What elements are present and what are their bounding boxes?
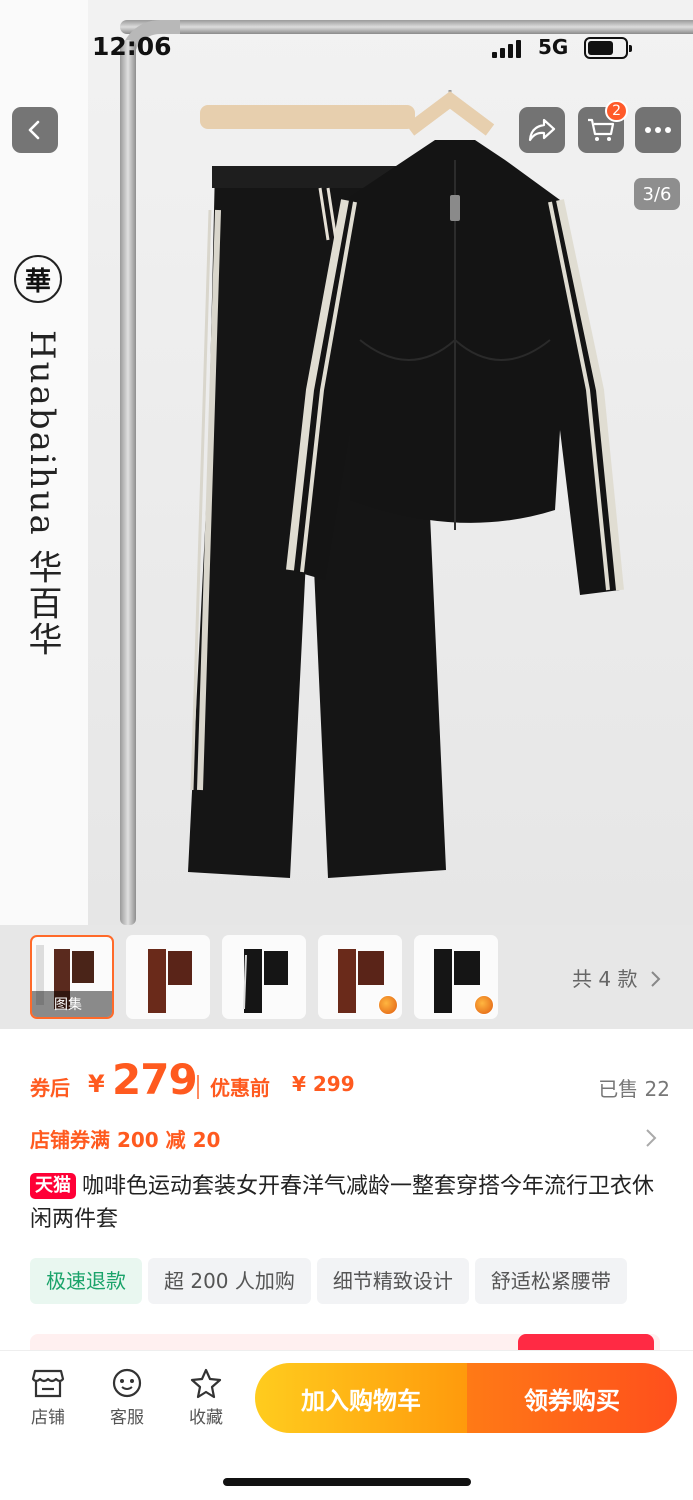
product-title-text: 咖啡色运动套装女开春洋气减龄一整套穿搭今年流行卫衣休闲两件套 xyxy=(30,1174,655,1232)
before-discount-price: ¥ 299 xyxy=(292,1072,355,1096)
promo-banner-partial xyxy=(30,1334,660,1350)
store-coupon-row[interactable]: 店铺券满 200 减 20 xyxy=(30,1124,660,1156)
thumbnail-label: 图集 xyxy=(32,991,112,1017)
more-button[interactable] xyxy=(635,107,681,153)
star-icon xyxy=(190,1368,222,1399)
brand-seal-logo: 華 xyxy=(14,255,62,303)
cart-button[interactable]: 2 xyxy=(578,100,628,153)
store-icon xyxy=(31,1369,65,1398)
tag-detail-design: 细节精致设计 xyxy=(316,1258,469,1304)
thumbnail-brown[interactable] xyxy=(126,935,210,1019)
feature-tags: 极速退款超 200 人加购 细节精致设计 舒适松紧腰带 xyxy=(30,1258,693,1304)
variants-link[interactable]: 共 4 款 xyxy=(572,963,662,992)
before-discount-label: 优惠前 xyxy=(210,1076,270,1100)
home-indicator xyxy=(223,1478,471,1486)
signal-icon xyxy=(492,40,521,58)
price-divider xyxy=(197,1075,199,1099)
thumbnail-brown-2[interactable] xyxy=(318,935,402,1019)
add-to-cart-button[interactable]: 加入购物车 xyxy=(255,1363,467,1433)
favorite-label: 收藏 xyxy=(189,1408,223,1428)
promo-banner-button[interactable] xyxy=(518,1334,654,1350)
customer-service-icon xyxy=(112,1368,142,1398)
store-button[interactable]: 店铺 xyxy=(18,1367,78,1428)
variants-label: 共 4 款 xyxy=(572,967,638,991)
hot-icon xyxy=(378,995,398,1015)
store-label: 店铺 xyxy=(31,1408,65,1428)
cart-count-badge: 2 xyxy=(605,100,628,122)
status-bar: 12:06 5G xyxy=(0,0,693,90)
thumbnail-strip: 图集 共 4 款 xyxy=(0,925,693,1029)
status-time: 12:06 xyxy=(92,32,172,61)
customer-service-label: 客服 xyxy=(110,1408,144,1428)
network-type: 5G xyxy=(538,35,569,59)
share-icon xyxy=(528,118,556,142)
thumbnail-black-2[interactable] xyxy=(414,935,498,1019)
hot-icon xyxy=(474,995,494,1015)
tag-fast-refund: 极速退款 xyxy=(30,1258,142,1304)
battery-icon xyxy=(584,37,632,59)
favorite-button[interactable]: 收藏 xyxy=(176,1367,236,1428)
back-button[interactable] xyxy=(12,107,58,153)
clothes-rack-pole xyxy=(120,40,136,925)
product-title: 天猫 咖啡色运动套装女开春洋气减龄一整套穿搭今年流行卫衣休闲两件套 xyxy=(30,1170,660,1236)
share-button[interactable] xyxy=(519,107,565,153)
product-photo xyxy=(188,90,624,878)
store-coupon-text: 店铺券满 200 减 20 xyxy=(30,1128,221,1152)
back-icon xyxy=(28,120,40,140)
bottom-action-bar: 店铺 客服 收藏 加入购物车 领券购买 xyxy=(0,1350,693,1500)
brand-name: Huabaihua 华百华 xyxy=(22,330,62,658)
chevron-right-icon xyxy=(646,1129,657,1147)
customer-service-button[interactable]: 客服 xyxy=(97,1367,157,1428)
thumbnail-black[interactable] xyxy=(222,935,306,1019)
tag-elastic-waist: 舒适松紧腰带 xyxy=(474,1258,627,1304)
after-coupon-label: 券后 xyxy=(30,1076,70,1100)
currency-symbol: ¥ xyxy=(88,1070,105,1098)
tag-added-to-cart: 超 200 人加购 xyxy=(148,1258,311,1304)
product-image-gallery[interactable]: 華 Huabaihua 华百华 12:06 5G 2 3/6 xyxy=(0,0,693,925)
more-icon xyxy=(645,127,671,133)
buy-now-button[interactable]: 领券购买 xyxy=(467,1363,677,1433)
image-counter: 3/6 xyxy=(634,178,680,210)
price-value: 279 xyxy=(112,1055,198,1104)
tmall-badge: 天猫 xyxy=(30,1173,76,1199)
sold-count: 已售 22 xyxy=(598,1077,670,1101)
thumbnail-gallery[interactable]: 图集 xyxy=(30,935,114,1019)
chevron-right-icon xyxy=(651,971,661,987)
price-row: 券后 ¥ 279 优惠前 ¥ 299 已售 22 xyxy=(30,1055,670,1111)
